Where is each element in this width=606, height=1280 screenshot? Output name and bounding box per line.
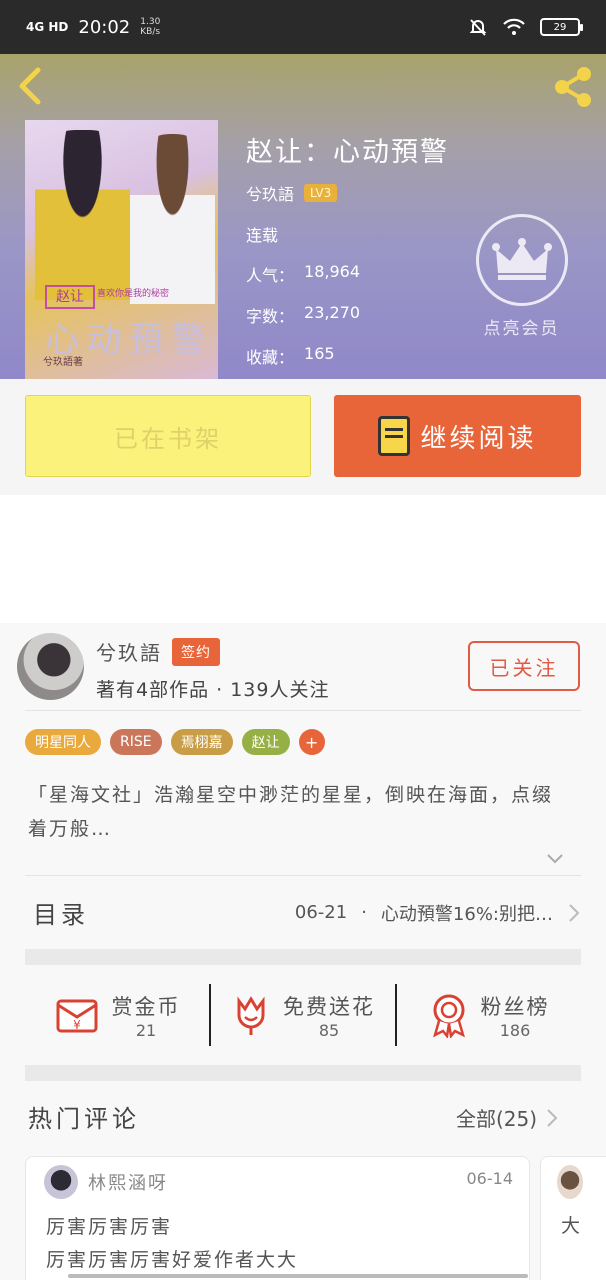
battery-icon: 29 <box>540 18 583 36</box>
horizontal-scrollbar[interactable] <box>68 1274 528 1278</box>
comment-date: 06-14 <box>466 1169 514 1188</box>
tag-item[interactable]: 焉栩嘉 <box>170 729 233 755</box>
flower-icon <box>237 996 265 1035</box>
medal-icon <box>432 994 465 1038</box>
wordcount-value: 23,270 <box>304 303 360 322</box>
book-header: 赵让 喜欢你是我的秘密 心动預警 兮玖語著 赵让：心动預警 兮玖語 LV3 连载… <box>0 54 606 379</box>
signed-badge: 签约 <box>172 637 220 666</box>
table-of-contents-row[interactable]: 目录 06-21 · 心动預警16%:别把… <box>25 875 581 949</box>
network-indicator: 4G HD <box>26 20 69 34</box>
chevron-left-icon <box>19 67 41 105</box>
book-status: 连载 <box>246 222 278 246</box>
comment-text: 厉害厉害厉害 厉害厉害厉害好爱作者大大 <box>46 1211 516 1277</box>
reward-bar: ¥ 赏金币 21 免费送花 85 粉丝榜 186 <box>25 965 581 1065</box>
status-bar: 4G HD 20:02 1.30 KB/s 29 <box>0 0 606 54</box>
reward-label: 免费送花 <box>283 994 375 1019</box>
favorites-value: 165 <box>304 344 335 363</box>
avatar[interactable] <box>44 1165 78 1199</box>
blank-area <box>0 495 606 623</box>
continue-reading-button[interactable]: 继续阅读 <box>334 395 581 477</box>
speed-value: 1.30 <box>140 17 161 27</box>
chevron-down-icon[interactable] <box>546 849 564 867</box>
book-author[interactable]: 兮玖語 <box>246 181 294 205</box>
all-comments-link[interactable]: 全部(25) <box>456 1103 559 1132</box>
favorites-row: 收藏： 165 <box>246 344 335 368</box>
latest-separator: · <box>361 902 367 923</box>
section-separator <box>25 949 581 965</box>
book-title: 赵让：心动預警 <box>246 137 449 168</box>
comment-line: 厉害厉害厉害 <box>46 1216 173 1238</box>
battery-level: 29 <box>553 21 567 33</box>
avatar[interactable] <box>557 1165 583 1199</box>
hot-comments-title: 热门评论 <box>28 1105 140 1133</box>
cover-figure-girl <box>35 130 130 300</box>
comment-username[interactable]: 林熙涵呀 <box>88 1169 168 1195</box>
latest-chapter: 06-21 · 心动預警16%:别把… <box>295 900 581 926</box>
book-author-row: 兮玖語 LV3 <box>246 181 338 205</box>
favorites-label: 收藏： <box>246 348 295 367</box>
tag-item[interactable]: RISE <box>110 729 162 755</box>
wordcount-row: 字数： 23,270 <box>246 303 360 327</box>
network-speed: 1.30 KB/s <box>140 17 160 37</box>
cover-byline: 兮玖語著 <box>43 357 83 368</box>
all-comments-label: 全部(25) <box>456 1107 538 1131</box>
crown-icon <box>475 214 568 306</box>
fan-ranking-button[interactable]: 粉丝榜 186 <box>395 984 581 1046</box>
follow-button[interactable]: 已关注 <box>468 641 580 691</box>
status-text: 连载 <box>246 226 279 245</box>
popularity-label: 人气： <box>246 266 295 285</box>
vip-button[interactable]: 点亮会员 <box>474 214 569 339</box>
book-cover[interactable]: 赵让 喜欢你是我的秘密 心动預警 兮玖語著 <box>25 120 218 379</box>
send-flower-button[interactable]: 免费送花 85 <box>209 984 395 1046</box>
vip-label: 点亮会员 <box>483 319 560 339</box>
divider <box>25 710 581 711</box>
comment-text: 大 <box>561 1215 581 1237</box>
reward-coins-button[interactable]: ¥ 赏金币 21 <box>25 984 209 1046</box>
author-stats: 著有4部作品 · 139人关注 <box>96 679 330 701</box>
svg-text:¥: ¥ <box>73 1018 81 1032</box>
latest-chapter-title: 心动預警16%:别把… <box>380 903 553 925</box>
comment-line: 厉害厉害厉害好爱作者大大 <box>46 1249 299 1271</box>
tag-item[interactable]: 明星同人 <box>25 729 101 755</box>
back-button[interactable] <box>14 66 54 106</box>
chevron-right-icon <box>547 1108 558 1127</box>
reward-label: 粉丝榜 <box>480 994 550 1019</box>
toc-label: 目录 <box>33 901 89 929</box>
speed-unit: KB/s <box>140 27 161 37</box>
level-badge: LV3 <box>304 184 338 202</box>
chevron-right-icon <box>569 903 580 922</box>
avatar[interactable] <box>17 633 84 700</box>
add-tag-button[interactable]: + <box>298 729 325 755</box>
share-button[interactable] <box>550 64 596 110</box>
reward-count: 21 <box>135 1020 157 1040</box>
cover-subtitle: 喜欢你是我的秘密 <box>97 289 170 299</box>
status-time: 20:02 <box>78 16 131 38</box>
comment-card[interactable]: 大 <box>540 1156 606 1280</box>
book-icon <box>378 416 411 456</box>
reward-count: 85 <box>318 1020 340 1040</box>
book-intro[interactable]: 「星海文社」浩瀚星空中渺茫的星星，倒映在海面，点缀着万般… <box>28 778 563 846</box>
section-separator <box>25 1065 581 1081</box>
comment-card[interactable]: 林熙涵呀 06-14 厉害厉害厉害 厉害厉害厉害好爱作者大大 <box>25 1156 530 1280</box>
red-envelope-icon: ¥ <box>56 999 97 1033</box>
reward-count: 186 <box>499 1020 531 1040</box>
author-name[interactable]: 兮玖語 <box>96 637 162 666</box>
latest-date: 06-21 <box>294 902 348 923</box>
author-section: 兮玖語 签约 著有4部作品 · 139人关注 已关注 明星同人 RISE 焉栩嘉… <box>0 623 606 1280</box>
author-name-row: 兮玖語 签约 <box>96 637 220 666</box>
share-icon <box>555 67 591 107</box>
mute-bell-icon <box>469 19 487 36</box>
tag-list: 明星同人 RISE 焉栩嘉 赵让 + <box>25 729 325 755</box>
wordcount-label: 字数： <box>246 307 295 326</box>
reward-label: 赏金币 <box>111 994 181 1019</box>
continue-reading-label: 继续阅读 <box>420 423 537 454</box>
cover-figure-boy <box>130 134 215 304</box>
action-bar: 已在书架 继续阅读 <box>0 379 606 495</box>
cover-small-title: 赵让 <box>45 285 95 309</box>
tag-item[interactable]: 赵让 <box>241 729 290 755</box>
popularity-value: 18,964 <box>304 262 360 281</box>
wifi-icon <box>503 18 525 35</box>
in-shelf-button[interactable]: 已在书架 <box>25 395 311 477</box>
popularity-row: 人气： 18,964 <box>246 262 360 286</box>
